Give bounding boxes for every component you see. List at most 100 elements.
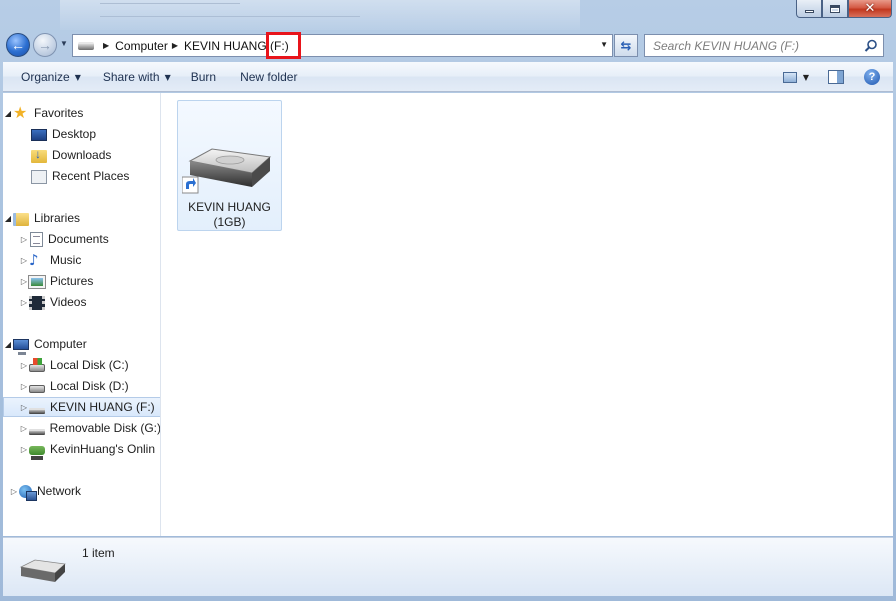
nav-item-documents[interactable]: ▷ Documents xyxy=(3,229,160,249)
nav-item-pictures[interactable]: ▷ Pictures xyxy=(3,271,160,291)
nav-item-label: Documents xyxy=(48,232,109,246)
preview-pane-button[interactable] xyxy=(821,66,851,88)
background-window-glass xyxy=(60,0,580,30)
nav-computer-label: Computer xyxy=(34,337,87,351)
nav-item-label: KEVIN HUANG (F:) xyxy=(50,400,155,414)
nav-item-downloads[interactable]: Downloads xyxy=(3,145,160,165)
nav-item-online-drive[interactable]: ▷ KevinHuang's Onlin xyxy=(3,439,160,460)
nav-item-label: KevinHuang's Onlin xyxy=(50,442,156,456)
caption-buttons: ✕ xyxy=(796,0,892,18)
command-bar: Organize ▼ Share with ▼ Burn New folder ▼ … xyxy=(3,62,893,92)
expand-arrow-icon[interactable]: ▷ xyxy=(19,277,29,286)
search-input[interactable] xyxy=(645,38,855,53)
red-highlight-box xyxy=(266,31,302,59)
expand-arrow-icon[interactable]: ▷ xyxy=(19,424,29,433)
removable-drive-icon xyxy=(29,407,45,414)
minimize-button[interactable] xyxy=(796,0,822,18)
breadcrumb-drive-name: KEVIN HUANG xyxy=(184,38,267,53)
navigation-bar: ← → ▼ ▶ Computer ▶ KEVIN HUANG (F:) ▼ ⇆ xyxy=(0,30,896,60)
nav-network[interactable]: ▷ Network xyxy=(3,481,160,501)
breadcrumb-computer[interactable]: Computer xyxy=(115,39,168,53)
expand-arrow-icon[interactable]: ▷ xyxy=(19,382,29,391)
close-button[interactable]: ✕ xyxy=(848,0,892,18)
change-view-button[interactable]: ▼ xyxy=(777,66,815,88)
organize-button[interactable]: Organize ▼ xyxy=(13,62,89,92)
highlighted-drive-letter: (F:) xyxy=(266,31,302,59)
expand-arrow-icon[interactable]: ▷ xyxy=(19,403,29,412)
favorites-star-icon: ★ xyxy=(13,103,28,122)
nav-item-label: Local Disk (D:) xyxy=(50,379,129,393)
details-pane: 1 item xyxy=(3,537,893,596)
nav-favorites[interactable]: ◢ ★ Favorites xyxy=(3,103,160,123)
maximize-icon xyxy=(830,4,840,13)
nav-item-kevin-huang-f[interactable]: ▷ KEVIN HUANG (F:) xyxy=(3,397,160,417)
documents-icon xyxy=(30,231,43,247)
search-icon[interactable] xyxy=(864,39,878,53)
nav-libraries[interactable]: ◢ Libraries xyxy=(3,208,160,228)
network-drive-icon xyxy=(29,445,45,460)
nav-item-videos[interactable]: ▷ Videos xyxy=(3,292,160,312)
search-box xyxy=(644,34,884,57)
nav-item-desktop[interactable]: Desktop xyxy=(3,124,160,144)
nav-item-music[interactable]: ▷ ♪ Music xyxy=(3,250,160,270)
pictures-icon xyxy=(28,275,46,289)
collapse-arrow-icon[interactable]: ◢ xyxy=(3,340,13,349)
help-icon: ? xyxy=(864,69,880,85)
nav-item-recent-places[interactable]: Recent Places xyxy=(3,166,160,186)
expand-arrow-icon[interactable]: ▷ xyxy=(19,361,29,370)
collapse-arrow-icon[interactable]: ◢ xyxy=(3,109,13,118)
nav-item-local-disk-c[interactable]: ▷ Local Disk (C:) xyxy=(3,355,160,375)
nav-computer[interactable]: ◢ Computer xyxy=(3,334,160,355)
close-icon: ✕ xyxy=(864,1,876,16)
address-bar[interactable]: ▶ Computer ▶ KEVIN HUANG (F:) ▼ xyxy=(72,31,613,59)
nav-item-label: Local Disk (C:) xyxy=(50,358,129,372)
drive-icon xyxy=(19,559,66,582)
forward-button[interactable]: → xyxy=(33,33,57,57)
expand-arrow-icon[interactable]: ▷ xyxy=(19,235,29,244)
explorer-window: ✕ ← → ▼ ▶ Computer ▶ KEVIN HUANG (F:) ▼ … xyxy=(0,0,896,601)
address-dropdown-icon[interactable]: ▼ xyxy=(600,40,608,49)
chevron-down-icon: ▼ xyxy=(74,72,81,82)
share-with-label: Share with xyxy=(102,69,160,84)
help-button[interactable]: ? xyxy=(857,66,887,88)
downloads-folder-icon xyxy=(31,147,47,163)
maximize-button[interactable] xyxy=(822,0,848,18)
content-area: ◢ ★ Favorites Desktop Downloads Recent P… xyxy=(3,93,893,536)
expand-arrow-icon[interactable]: ▷ xyxy=(9,487,19,496)
nav-libraries-label: Libraries xyxy=(34,211,81,225)
burn-button[interactable]: Burn xyxy=(183,62,224,92)
breadcrumb-drive[interactable]: KEVIN HUANG (F:) xyxy=(184,31,302,59)
view-icon xyxy=(782,71,797,83)
organize-label: Organize xyxy=(21,69,70,84)
expand-arrow-icon[interactable]: ▷ xyxy=(19,256,29,265)
breadcrumb-arrow-icon[interactable]: ▶ xyxy=(172,41,178,50)
expand-arrow-icon[interactable]: ▷ xyxy=(19,445,29,454)
desktop-icon xyxy=(31,129,47,141)
nav-item-label: Videos xyxy=(50,295,87,309)
minimize-icon xyxy=(804,9,814,13)
recent-pages-dropdown[interactable]: ▼ xyxy=(60,39,70,51)
navigation-pane: ◢ ★ Favorites Desktop Downloads Recent P… xyxy=(3,93,161,536)
nav-item-label: Recent Places xyxy=(52,169,130,183)
breadcrumb-arrow-icon[interactable]: ▶ xyxy=(103,41,109,50)
collapse-arrow-icon[interactable]: ◢ xyxy=(3,214,13,223)
refresh-button[interactable]: ⇆ xyxy=(614,34,638,57)
arrow-right-icon: → xyxy=(38,37,52,53)
file-item[interactable]: KEVIN HUANG (1GB) xyxy=(177,100,282,231)
share-with-button[interactable]: Share with ▼ xyxy=(95,62,179,92)
new-folder-button[interactable]: New folder xyxy=(232,62,305,92)
nav-item-local-disk-d[interactable]: ▷ Local Disk (D:) xyxy=(3,376,160,396)
nav-item-label: Pictures xyxy=(50,274,94,288)
chevron-down-icon: ▼ xyxy=(164,72,171,82)
nav-item-label: Downloads xyxy=(52,148,112,162)
file-name-text: KEVIN HUANG xyxy=(188,200,271,214)
expand-arrow-icon[interactable]: ▷ xyxy=(19,298,29,307)
drive-shortcut-icon xyxy=(182,148,272,194)
chevron-down-icon: ▼ xyxy=(802,72,810,82)
network-icon xyxy=(19,485,37,501)
chevron-down-icon: ▼ xyxy=(60,39,68,48)
file-list[interactable]: KEVIN HUANG (1GB) xyxy=(162,93,893,536)
nav-item-removable-disk-g[interactable]: ▷ Removable Disk (G:) xyxy=(3,418,160,438)
back-button[interactable]: ← xyxy=(6,33,30,57)
nav-item-label: Desktop xyxy=(52,127,97,141)
